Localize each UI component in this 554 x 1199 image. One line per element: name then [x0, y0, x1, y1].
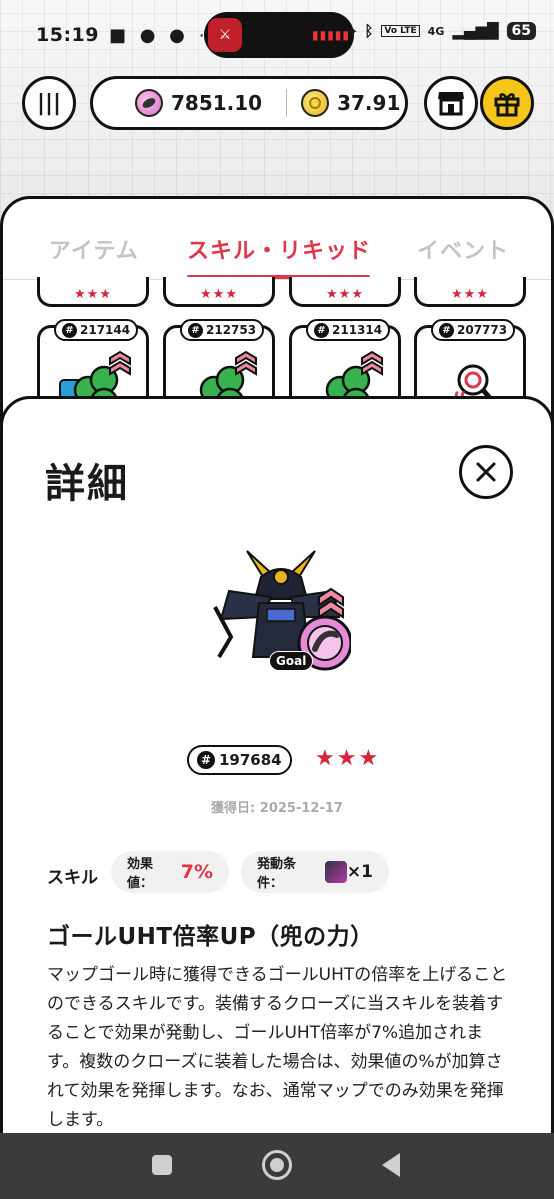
- tab-event[interactable]: イベント: [417, 233, 509, 265]
- goal-tag: Goal: [269, 651, 314, 671]
- samurai-helmet-icon: [325, 861, 347, 883]
- card-id: 207773: [457, 323, 508, 337]
- battery-indicator: 65: [506, 22, 536, 40]
- card-stars: ★★★: [200, 287, 238, 302]
- home-button[interactable]: [262, 1150, 292, 1180]
- skill-card[interactable]: ★★★: [37, 277, 149, 307]
- modal-title: 詳細: [45, 461, 129, 507]
- card-id-badge: #217144: [54, 319, 139, 341]
- card-stars: ★★★: [326, 287, 364, 302]
- token-amount: 37.91: [337, 91, 401, 115]
- currency-bar[interactable]: 7851.10 37.91: [90, 76, 408, 130]
- gift-button[interactable]: [480, 76, 534, 130]
- liquid-coin-icon: [135, 89, 163, 117]
- hash-icon: #: [197, 751, 215, 769]
- condition-count: ×1: [346, 862, 373, 882]
- close-button[interactable]: [459, 445, 513, 499]
- dynamic-island: ⚔ ▮▮▮▮▮: [204, 12, 354, 58]
- skill-description: マップゴール時に獲得できるゴールUHTの倍率を上げることのできるスキルです。装備…: [47, 965, 508, 1130]
- divider: [286, 89, 288, 117]
- card-stars: ★★★: [74, 287, 112, 302]
- recording-dots-icon: ▮▮▮▮▮: [312, 28, 351, 42]
- hash-icon: #: [188, 322, 203, 338]
- network-label: 4G: [427, 24, 445, 38]
- card-id: 217144: [80, 323, 131, 337]
- effect-value: 7%: [180, 861, 213, 883]
- card-id-badge: #207773: [431, 319, 516, 341]
- condition-chip: 発動条件： ×1: [241, 851, 389, 893]
- volte-badge: Vo LTE: [381, 25, 420, 37]
- effect-chip: 効果値： 7%: [111, 851, 229, 893]
- hash-icon: #: [439, 322, 454, 338]
- close-icon: [476, 462, 496, 482]
- card-id: 211314: [332, 323, 383, 337]
- menu-button[interactable]: |||: [22, 76, 76, 130]
- shop-icon: [438, 92, 464, 116]
- hash-icon: #: [314, 322, 329, 338]
- tab-items[interactable]: アイテム: [49, 233, 139, 265]
- condition-label: 発動条件：: [257, 857, 297, 891]
- card-id: 212753: [206, 323, 257, 337]
- recents-button[interactable]: [152, 1155, 172, 1175]
- back-button[interactable]: [382, 1153, 400, 1177]
- skill-card[interactable]: ★★★: [163, 277, 275, 307]
- tab-skill-liquid[interactable]: スキル・リキッド: [187, 233, 371, 265]
- location-icon: ⌖: [347, 22, 357, 40]
- card-id-badge: #211314: [306, 319, 391, 341]
- gold-coin-icon: [301, 89, 330, 117]
- card-stars: ★★★: [451, 287, 489, 302]
- app-icon: ⚔: [208, 18, 242, 52]
- system-nav-bar: [0, 1133, 554, 1199]
- detail-modal: 詳細 Goal # 197684 ★★★ 獲得日: 2025-12-17 スキル…: [0, 396, 554, 1199]
- gift-icon: [494, 93, 520, 117]
- status-time: 15:19: [36, 24, 99, 46]
- signal-icon: ▂▄▆█: [452, 22, 499, 40]
- item-id: 197684: [219, 751, 282, 769]
- acquired-date: 獲得日: 2025-12-17: [211, 801, 343, 816]
- skill-card[interactable]: ★★★: [289, 277, 401, 307]
- menu-icon: |||: [36, 90, 62, 116]
- liquid-amount: 7851.10: [171, 91, 263, 115]
- item-id-badge: # 197684: [187, 745, 292, 775]
- hash-icon: #: [62, 322, 77, 338]
- tab-bar: アイテム スキル・リキッド イベント: [3, 225, 551, 277]
- card-id-badge: #212753: [180, 319, 265, 341]
- skill-name: ゴールUHT倍率UP（兜の力）: [47, 924, 374, 950]
- skill-card[interactable]: ★★★: [414, 277, 526, 307]
- skill-label: スキル: [47, 868, 98, 888]
- shop-button[interactable]: [424, 76, 478, 130]
- status-right-icons: ⌖ ᛒ Vo LTE 4G ▂▄▆█ 65: [348, 22, 536, 40]
- effect-label: 効果値：: [127, 857, 154, 891]
- bluetooth-icon: ᛒ: [364, 22, 374, 40]
- rarity-stars: ★★★: [315, 746, 381, 771]
